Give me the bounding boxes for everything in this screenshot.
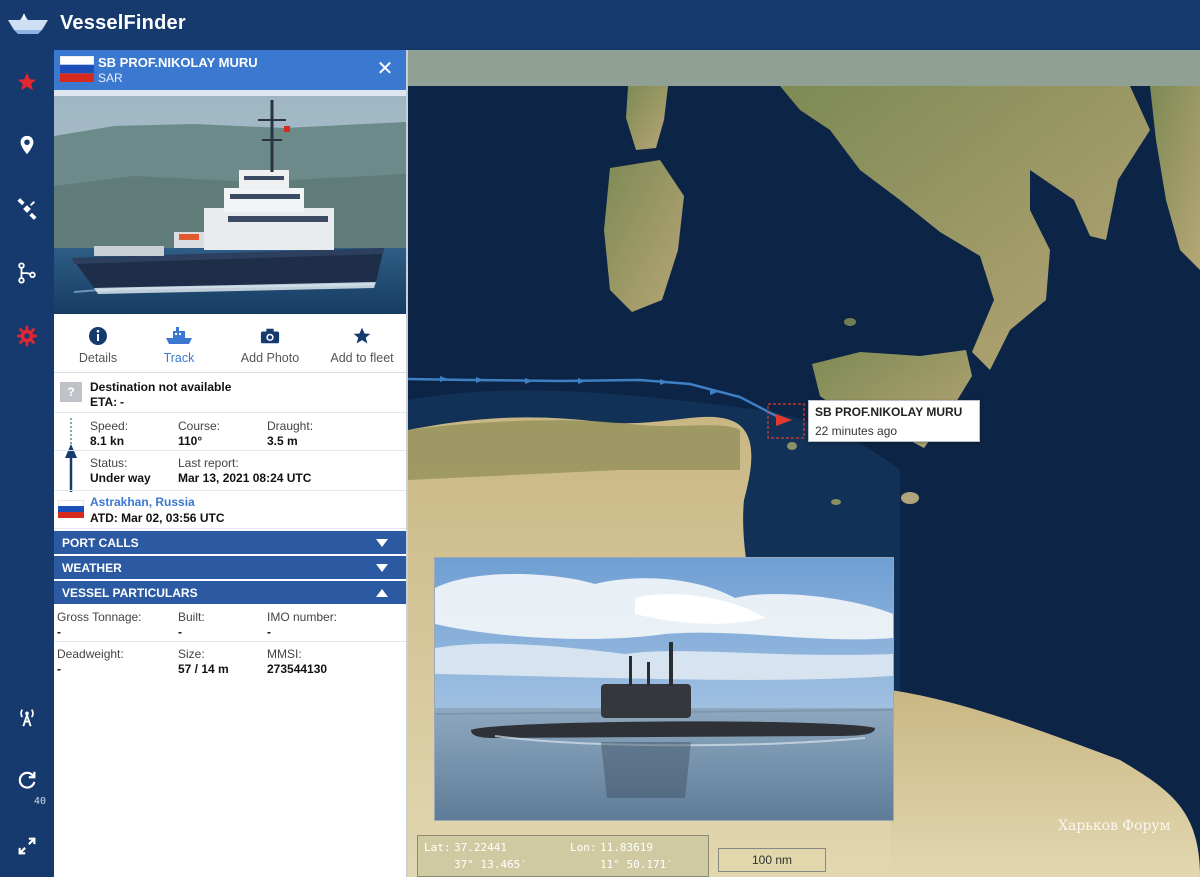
info-icon [89,327,107,345]
mmsi-label: MMSI: [267,647,302,661]
vessel-name: SB PROF.NIKOLAY MURU [98,55,258,70]
locations-button[interactable] [0,125,54,165]
particulars-row-2: Deadweight: - Size: 57 / 14 m MMSI: 2735… [54,642,406,680]
vessel-particulars-title: VESSEL PARTICULARS [62,586,198,600]
settings-button[interactable] [0,316,54,356]
lat-dms: 37° 13.465′ [454,858,527,871]
top-bar: VesselFinder [0,0,1200,50]
cursor-coordinates: Lat: 37.22441 37° 13.465′ Lon: 11.83619 … [417,835,709,877]
satellite-icon [17,198,37,220]
gross-tonnage-value: - [57,625,61,639]
add-photo-label: Add Photo [240,351,300,365]
course-label: Course: [178,419,221,433]
fullscreen-button[interactable] [0,826,54,866]
imo-value: - [267,625,271,639]
brand-name[interactable]: VesselFinder [60,12,186,35]
gross-tonnage-label: Gross Tonnage: [57,610,142,624]
lon-dms: 11° 50.171′ [600,858,673,871]
deadweight-value: - [57,662,61,676]
star-icon [353,327,371,344]
mmsi-value: 273544130 [267,662,328,676]
antenna-icon [20,709,34,727]
fullscreen-icon [18,837,36,855]
last-report-label: Last report: [178,456,239,470]
vessel-header: SB PROF.NIKOLAY MURU SAR ✕ [54,50,406,90]
refresh-countdown: 40 [34,796,47,807]
speed-label: Speed: [90,419,129,433]
lon-label: Lon: [570,841,597,854]
refresh-button[interactable] [0,760,54,800]
star-icon [17,72,37,91]
ais-stations-button[interactable] [0,697,54,737]
last-report-value: Mar 13, 2021 08:24 UTC [178,471,312,485]
watermark: Харьков Форум [1058,818,1171,834]
status-value: Under way [90,471,151,485]
size-label: Size: [178,647,205,661]
chevron-down-icon [376,539,388,547]
callout-vessel-name: SB PROF.NIKOLAY MURU [815,405,963,419]
departure-row: Astrakhan, Russia ATD: Mar 02, 03:56 UTC [54,491,406,529]
submarine-photo [434,557,894,821]
speed-value: 8.1 kn [90,434,125,448]
vesselfinder-logo-icon[interactable] [6,12,50,38]
lat-value: 37.22441 [454,841,507,854]
details-label: Details [78,351,118,365]
russia-flag-icon [58,500,84,518]
map-pin-icon [20,135,34,155]
callout-last-seen: 22 minutes ago [815,424,898,438]
settings-icon [16,325,38,347]
speed-row: Speed: 8.1 kn Course: 110° Draught: 3.5 … [54,414,406,451]
built-label: Built: [178,610,205,624]
particulars-row-1: Gross Tonnage: - Built: - IMO number: - [54,605,406,642]
vessel-actions: Details Track Add Photo Add to fleet [54,320,406,373]
vessel-type: SAR [98,71,123,85]
draught-label: Draught: [267,419,314,433]
weather-title: WEATHER [62,561,122,575]
status-row: Status: Under way Last report: Mar 13, 2… [54,451,406,491]
track-label: Track [163,351,195,365]
built-value: - [178,625,182,639]
camera-icon [260,328,280,344]
port-calls-title: PORT CALLS [62,536,139,550]
deadweight-label: Deadweight: [57,647,124,661]
add-to-fleet-label: Add to fleet [330,351,394,365]
destination-row: ? Destination not available ETA: - [54,376,406,413]
close-icon[interactable]: ✕ [374,58,396,80]
vessel-photo[interactable] [54,96,406,314]
destination: Destination not available [90,380,232,394]
satellite-button[interactable] [0,189,54,229]
vessel-particulars-section[interactable]: VESSEL PARTICULARS [54,581,406,604]
status-label: Status: [90,456,128,470]
route-button[interactable] [0,253,54,293]
lat-label: Lat: [424,841,451,854]
ship-icon [166,327,192,344]
track-tab[interactable]: Track [135,326,223,372]
imo-label: IMO number: [267,610,338,624]
course-value: 110° [178,434,203,448]
port-calls-section[interactable]: PORT CALLS [54,531,406,554]
left-toolbar: 40 [0,50,54,877]
vessel-callout[interactable]: SB PROF.NIKOLAY MURU 22 minutes ago [808,400,980,442]
eta-label: ETA: [90,395,118,409]
add-photo-button[interactable]: Add Photo [226,326,314,372]
chevron-down-icon [376,564,388,572]
add-to-fleet-button[interactable]: Add to fleet [318,326,406,372]
departure-port-link[interactable]: Astrakhan, Russia [90,495,195,509]
chevron-up-icon [376,589,388,597]
route-icon [18,262,36,284]
draught-value: 3.5 m [267,434,298,448]
vessel-panel: SB PROF.NIKOLAY MURU SAR ✕ Details Track… [54,50,408,877]
eta-value: - [120,395,124,409]
atd: ATD: Mar 02, 03:56 UTC [90,511,225,525]
refresh-icon [18,771,36,789]
size-value: 57 / 14 m [178,662,229,676]
favorites-button[interactable] [0,62,54,102]
lon-value: 11.83619 [600,841,653,854]
details-tab[interactable]: Details [54,326,142,372]
weather-section[interactable]: WEATHER [54,556,406,579]
map-scale: 100 nm [718,848,826,872]
russia-flag-icon [60,56,94,82]
unknown-port-icon: ? [60,382,82,402]
